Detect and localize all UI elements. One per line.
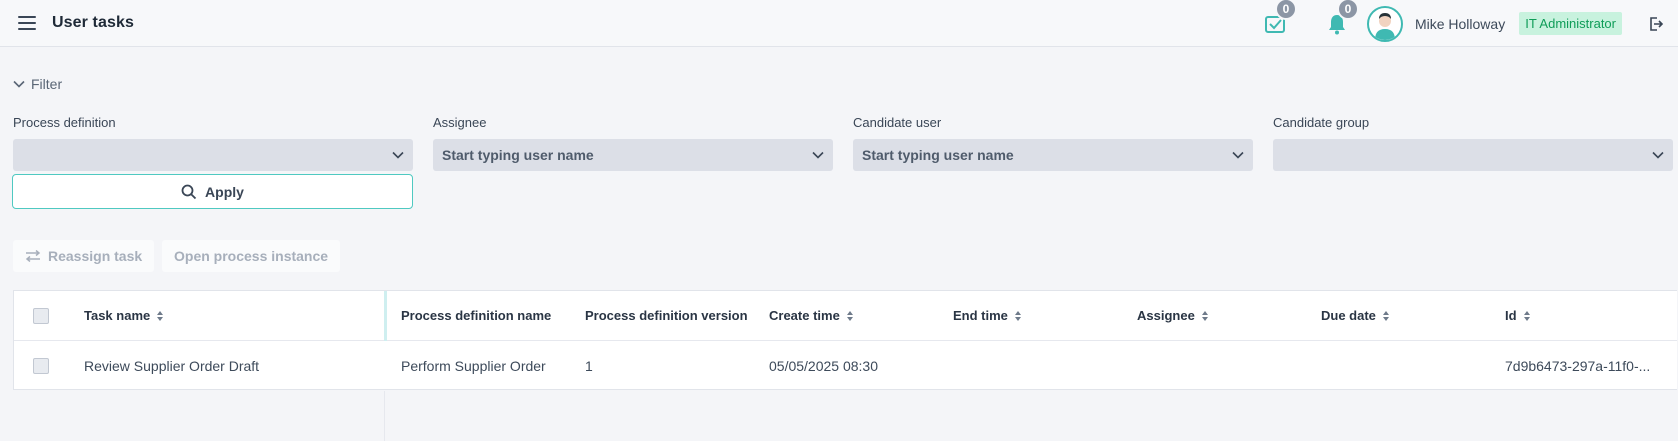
process-definition-label: Process definition bbox=[13, 115, 116, 130]
tasks-count-badge: 0 bbox=[1274, 0, 1297, 20]
sort-icon[interactable] bbox=[846, 310, 853, 321]
candidate-user-field: Candidate user Start typing user name bbox=[853, 115, 1253, 171]
column-label: Task name bbox=[84, 308, 151, 323]
notifications-button[interactable]: 0 bbox=[1325, 0, 1359, 36]
column-resize-handle[interactable] bbox=[384, 291, 387, 341]
sort-icon[interactable] bbox=[1382, 310, 1389, 321]
open-process-instance-label: Open process instance bbox=[174, 248, 329, 264]
candidate-group-select[interactable] bbox=[1273, 139, 1673, 171]
column-assignee[interactable]: Assignee bbox=[1137, 291, 1208, 340]
table-header: Task name Process definition name Proces… bbox=[14, 291, 1677, 341]
sort-icon[interactable] bbox=[1014, 310, 1021, 321]
sort-icon[interactable] bbox=[157, 310, 164, 321]
process-definition-select[interactable] bbox=[13, 139, 413, 171]
chevron-down-icon bbox=[13, 80, 25, 88]
candidate-group-label: Candidate group bbox=[1273, 115, 1370, 130]
assignee-field: Assignee Start typing user name bbox=[433, 115, 833, 171]
avatar[interactable] bbox=[1366, 5, 1403, 42]
candidate-group-field: Candidate group bbox=[1273, 115, 1673, 171]
row-select-cell bbox=[33, 341, 49, 391]
column-end-time[interactable]: End time bbox=[953, 291, 1021, 340]
notifications-count-badge: 0 bbox=[1336, 0, 1359, 20]
reassign-task-button[interactable]: Reassign task bbox=[13, 240, 155, 272]
column-process-definition-version: Process definition version bbox=[585, 291, 748, 340]
filter-label: Filter bbox=[31, 76, 63, 92]
header-right: 0 0 Mike Holloway IT Administrator bbox=[1263, 0, 1678, 47]
table-row[interactable]: Review Supplier Order Draft Perform Supp… bbox=[14, 341, 1677, 441]
user-name: Mike Holloway bbox=[1414, 15, 1506, 32]
open-process-instance-button[interactable]: Open process instance bbox=[162, 240, 341, 272]
column-task-name[interactable]: Task name bbox=[84, 291, 164, 340]
candidate-user-select[interactable]: Start typing user name bbox=[853, 139, 1253, 171]
assignee-select[interactable]: Start typing user name bbox=[433, 139, 833, 171]
chevron-down-icon bbox=[1652, 151, 1664, 159]
column-label: End time bbox=[953, 308, 1008, 323]
select-all-cell bbox=[33, 291, 49, 340]
page-title: User tasks bbox=[52, 14, 134, 31]
assignee-placeholder: Start typing user name bbox=[442, 147, 594, 163]
column-label: Process definition version bbox=[585, 308, 748, 323]
column-divider bbox=[384, 391, 385, 441]
column-label: Assignee bbox=[1137, 308, 1195, 323]
process-definition-field: Process definition bbox=[13, 115, 413, 171]
logout-icon[interactable] bbox=[1648, 16, 1664, 32]
column-label: Id bbox=[1505, 308, 1517, 323]
search-icon bbox=[181, 184, 197, 199]
cell-create-time: 05/05/2025 08:30 bbox=[769, 358, 878, 374]
column-label: Process definition name bbox=[401, 308, 552, 323]
column-label: Create time bbox=[769, 308, 840, 323]
cell-process-definition-name: Perform Supplier Order bbox=[401, 358, 546, 374]
chevron-down-icon bbox=[1232, 151, 1244, 159]
apply-label: Apply bbox=[205, 183, 244, 200]
column-create-time[interactable]: Create time bbox=[769, 291, 853, 340]
app-header: User tasks 0 0 Mike Holloway IT Administ… bbox=[0, 0, 1678, 47]
column-due-date[interactable]: Due date bbox=[1321, 291, 1389, 340]
sort-icon[interactable] bbox=[1523, 310, 1530, 321]
candidate-user-label: Candidate user bbox=[853, 115, 942, 130]
reassign-arrows-icon bbox=[25, 250, 41, 262]
column-label: Due date bbox=[1321, 308, 1376, 323]
tasks-inbox-button[interactable]: 0 bbox=[1263, 0, 1297, 36]
column-process-definition-name: Process definition name bbox=[401, 291, 551, 340]
user-avatar-icon bbox=[1374, 12, 1395, 40]
chevron-down-icon bbox=[392, 151, 404, 159]
select-all-checkbox[interactable] bbox=[33, 307, 49, 324]
role-badge: IT Administrator bbox=[1519, 12, 1622, 35]
assignee-label: Assignee bbox=[433, 115, 487, 130]
row-checkbox[interactable] bbox=[33, 358, 49, 374]
cell-task-name: Review Supplier Order Draft bbox=[84, 358, 260, 374]
cell-process-definition-version: 1 bbox=[585, 358, 593, 374]
filter-toggle[interactable]: Filter bbox=[13, 76, 62, 92]
cell-id: 7d9b6473-297a-11f0-... bbox=[1505, 358, 1651, 374]
reassign-task-label: Reassign task bbox=[48, 248, 143, 264]
column-id[interactable]: Id bbox=[1505, 291, 1530, 340]
menu-icon[interactable] bbox=[18, 16, 36, 30]
chevron-down-icon bbox=[812, 151, 824, 159]
sort-icon[interactable] bbox=[1201, 310, 1208, 321]
tasks-table: Task name Process definition name Proces… bbox=[13, 290, 1677, 441]
candidate-user-placeholder: Start typing user name bbox=[862, 147, 1014, 163]
apply-button[interactable]: Apply bbox=[12, 174, 413, 209]
